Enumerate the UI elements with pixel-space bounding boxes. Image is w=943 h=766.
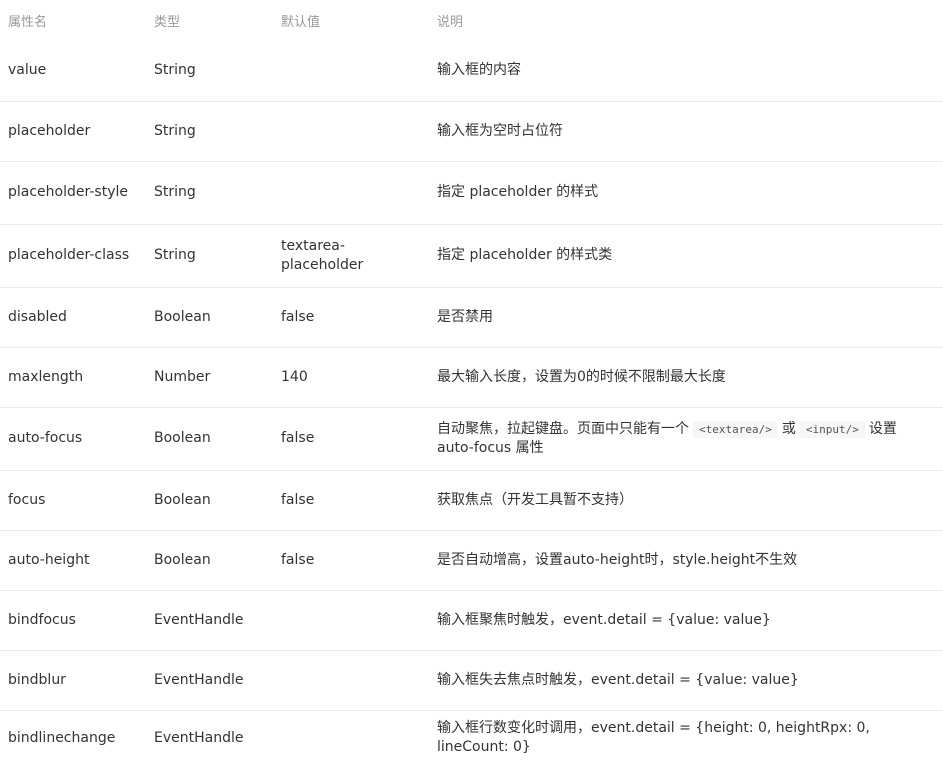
- cell-default: textarea-placeholder: [273, 224, 429, 288]
- table-body: value String 输入框的内容 placeholder String 输…: [0, 41, 943, 766]
- desc-or: 或: [781, 420, 796, 437]
- cell-description: 最大输入长度，设置为0的时候不限制最大长度: [429, 347, 943, 408]
- code-textarea: <textarea/>: [693, 420, 778, 438]
- cell-description: 输入框失去焦点时触发，event.detail = {value: value}: [429, 650, 943, 711]
- cell-type: Boolean: [146, 530, 273, 591]
- table-row: auto-height Boolean false 是否自动增高，设置auto-…: [0, 530, 943, 591]
- cell-default: [273, 161, 429, 225]
- cell-name: value: [0, 41, 146, 102]
- table-row: placeholder-class String textarea-placeh…: [0, 224, 943, 288]
- cell-name: bindblur: [0, 650, 146, 711]
- cell-name: focus: [0, 470, 146, 531]
- table-row: placeholder-style String 指定 placeholder …: [0, 161, 943, 225]
- table-header: 属性名 类型 默认值 说明: [0, 0, 943, 41]
- cell-type: Boolean: [146, 470, 273, 531]
- cell-description: 指定 placeholder 的样式类: [429, 224, 943, 288]
- cell-description: 是否自动增高，设置auto-height时，style.height不生效: [429, 530, 943, 591]
- cell-description: 是否禁用: [429, 287, 943, 348]
- cell-default: [273, 650, 429, 711]
- cell-type: EventHandle: [154, 729, 244, 746]
- cell-default: [273, 41, 429, 102]
- cell-description: 获取焦点（开发工具暂不支持）: [429, 470, 943, 531]
- cell-name: auto-focus: [0, 407, 146, 471]
- header-default-value: 默认值: [273, 0, 429, 41]
- cell-name: placeholder-style: [0, 161, 146, 225]
- cell-description: 指定 placeholder 的样式: [429, 161, 943, 225]
- cell-name: disabled: [0, 287, 146, 348]
- table-row: bindlinechange EventHandle 输入框行数变化时调用，ev…: [0, 710, 943, 766]
- cell-type: EventHandle: [146, 650, 273, 711]
- table-row: value String 输入框的内容: [0, 41, 943, 102]
- cell-name: placeholder: [0, 101, 146, 162]
- cell-description: 输入框行数变化时调用，event.detail = {height: 0, he…: [437, 720, 870, 756]
- cell-name: bindlinechange: [8, 729, 116, 746]
- cell-type: Boolean: [146, 407, 273, 471]
- cell-type: String: [146, 161, 273, 225]
- desc-prefix: 自动聚焦，拉起键盘。页面中只能有一个: [437, 420, 689, 437]
- cell-name: bindfocus: [0, 590, 146, 651]
- header-description: 说明: [429, 0, 943, 41]
- table-row: bindfocus EventHandle 输入框聚焦时触发，event.det…: [0, 590, 943, 651]
- cell-default: [273, 101, 429, 162]
- cell-type: String: [146, 41, 273, 102]
- cell-default: [273, 710, 429, 766]
- cell-name: auto-height: [0, 530, 146, 591]
- cell-type: String: [146, 224, 273, 288]
- cell-description: 输入框的内容: [429, 41, 943, 102]
- cell-description: 输入框聚焦时触发，event.detail = {value: value}: [429, 590, 943, 651]
- cell-type: String: [146, 101, 273, 162]
- cell-default: false: [273, 530, 429, 591]
- cell-default: 140: [273, 347, 429, 408]
- cell-description: 输入框为空时占位符: [429, 101, 943, 162]
- cell-default: false: [273, 287, 429, 348]
- table-row: maxlength Number 140 最大输入长度，设置为0的时候不限制最大…: [0, 347, 943, 408]
- cell-type: Number: [146, 347, 273, 408]
- header-attribute-name: 属性名: [0, 0, 146, 41]
- table-row: disabled Boolean false 是否禁用: [0, 287, 943, 348]
- table-row: auto-focus Boolean false 自动聚焦，拉起键盘。页面中只能…: [0, 407, 943, 471]
- table-row: placeholder String 输入框为空时占位符: [0, 101, 943, 162]
- table-row: focus Boolean false 获取焦点（开发工具暂不支持）: [0, 470, 943, 531]
- table-row: bindblur EventHandle 输入框失去焦点时触发，event.de…: [0, 650, 943, 711]
- header-row: 属性名 类型 默认值 说明: [0, 0, 943, 41]
- cell-default: false: [273, 407, 429, 471]
- cell-default: false: [273, 470, 429, 531]
- cell-description: 自动聚焦，拉起键盘。页面中只能有一个 <textarea/> 或 <input/> 设置…: [429, 407, 943, 471]
- attribute-table: 属性名 类型 默认值 说明 value String 输入框的内容 placeh…: [0, 0, 943, 766]
- header-type: 类型: [146, 0, 273, 41]
- cell-type: EventHandle: [146, 590, 273, 651]
- cell-name: placeholder-class: [0, 224, 146, 288]
- cell-default: [273, 590, 429, 651]
- cell-type: Boolean: [146, 287, 273, 348]
- code-input: <input/>: [799, 420, 865, 438]
- cell-name: maxlength: [0, 347, 146, 408]
